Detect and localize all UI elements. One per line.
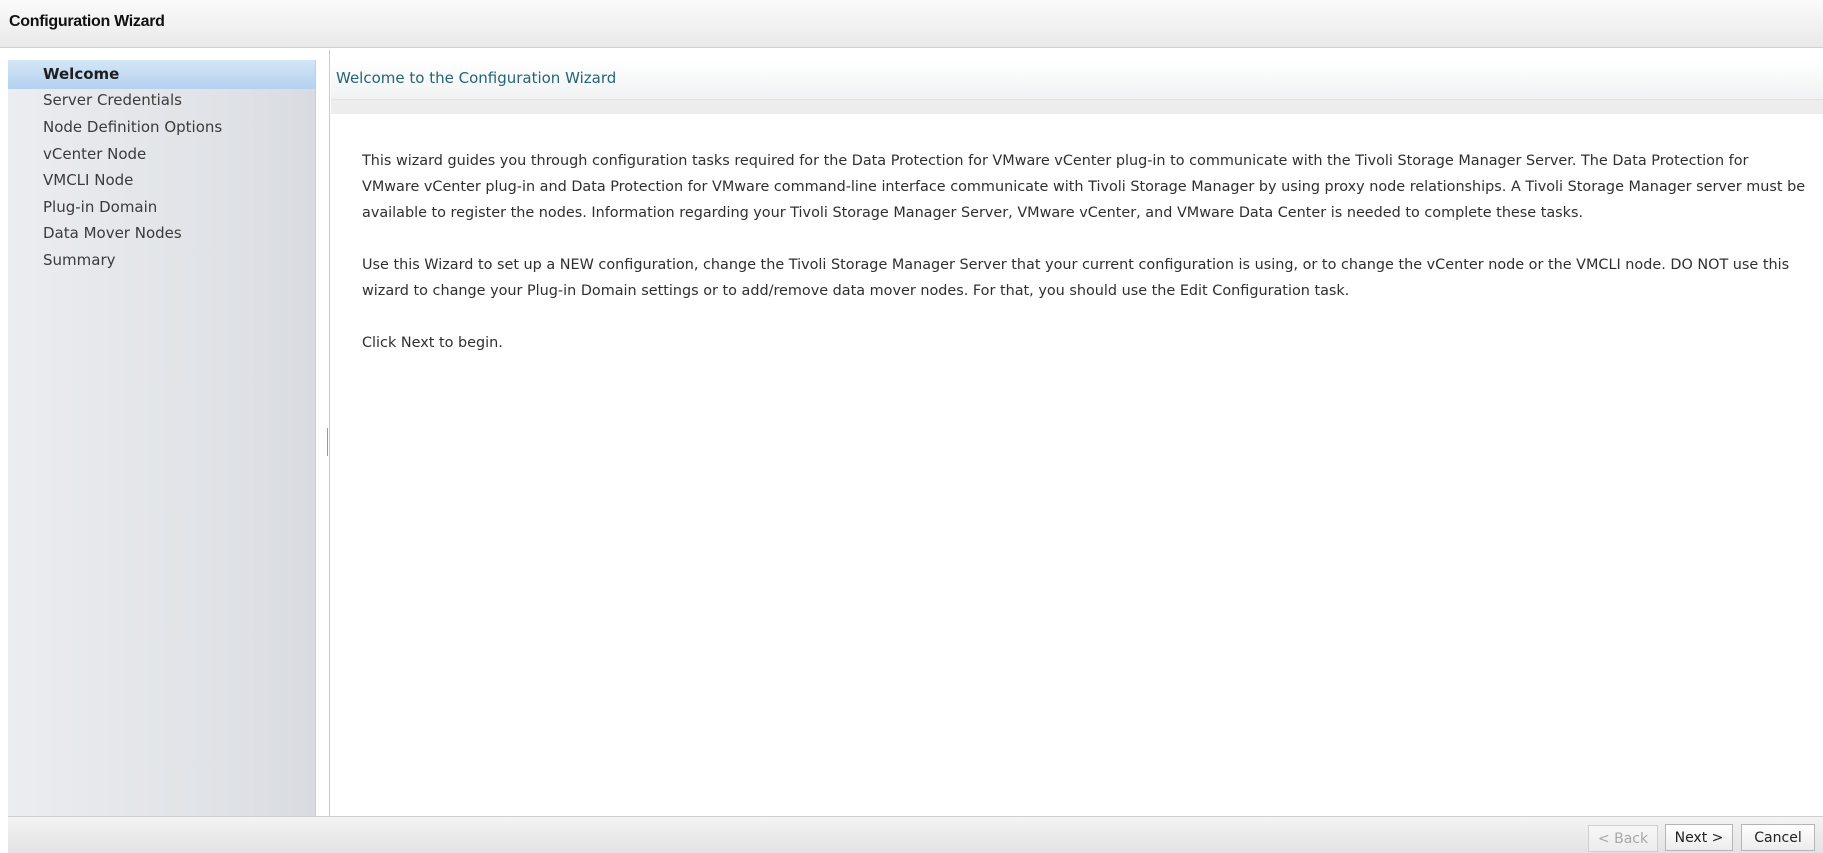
nav-item-plug-in-domain[interactable]: Plug-in Domain	[8, 193, 315, 222]
next-button[interactable]: Next >	[1665, 824, 1733, 851]
configuration-wizard-window: Configuration Wizard Welcome Server Cred…	[0, 0, 1823, 853]
wizard-footer: < Back	[8, 816, 1823, 853]
nav-item-summary[interactable]: Summary	[8, 246, 315, 275]
welcome-text: This wizard guides you through configura…	[362, 148, 1807, 382]
wizard-steps-nav: Welcome Server Credentials Node Definiti…	[8, 60, 316, 816]
pane-divider	[329, 50, 330, 816]
nav-item-label: Summary	[43, 251, 116, 269]
nav-item-label: Data Mover Nodes	[43, 224, 182, 242]
splitter-handle[interactable]	[327, 428, 328, 456]
title-bar: Configuration Wizard	[0, 0, 1823, 48]
nav-item-label: vCenter Node	[43, 145, 147, 163]
nav-item-welcome[interactable]: Welcome	[8, 60, 315, 89]
nav-item-vmcli-node[interactable]: VMCLI Node	[8, 166, 315, 195]
instruction-paragraph: Click Next to begin.	[362, 335, 503, 351]
nav-item-data-mover-nodes[interactable]: Data Mover Nodes	[8, 219, 315, 248]
nav-item-label: Server Credentials	[43, 91, 182, 109]
nav-item-label: Welcome	[43, 65, 120, 83]
nav-item-vcenter-node[interactable]: vCenter Node	[8, 140, 315, 169]
nav-item-label: VMCLI Node	[43, 171, 134, 189]
content-header: Welcome to the Configuration Wizard	[331, 60, 1823, 100]
nav-item-node-definition-options[interactable]: Node Definition Options	[8, 113, 315, 142]
nav-item-label: Node Definition Options	[43, 118, 223, 136]
nav-item-server-credentials[interactable]: Server Credentials	[8, 86, 315, 115]
back-button[interactable]: < Back	[1588, 825, 1658, 852]
usage-paragraph: Use this Wizard to set up a NEW configur…	[362, 257, 1790, 299]
content-header-band	[331, 100, 1823, 114]
window-title: Configuration Wizard	[9, 13, 165, 30]
page-title: Welcome to the Configuration Wizard	[336, 69, 617, 87]
intro-paragraph: This wizard guides you through configura…	[362, 153, 1806, 221]
nav-item-label: Plug-in Domain	[43, 198, 158, 216]
cancel-button[interactable]: Cancel	[1741, 824, 1815, 851]
